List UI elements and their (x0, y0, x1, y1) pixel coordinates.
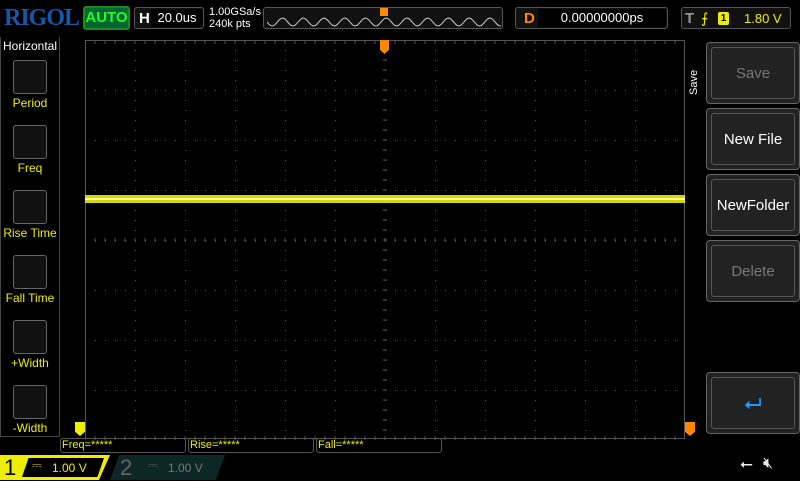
ch1-number: 1 (4, 455, 17, 480)
trigger-box[interactable]: T ⨍ 1 1.80 V (681, 7, 791, 29)
h-label: H (139, 10, 150, 27)
dc-coupling-icon: ⎓ (148, 458, 158, 472)
measurement-freq[interactable]: Freq=***** (60, 438, 186, 453)
sidebar-item-rise-time[interactable]: Rise Time (0, 185, 60, 249)
dc-coupling-icon: ⎓ (32, 458, 42, 472)
trigger-source: 1 (718, 12, 729, 25)
timebase-box[interactable]: H 20.0us (134, 7, 204, 29)
ch1-scale: 1.00 V (52, 461, 87, 475)
sidebar-item-fall-time[interactable]: Fall Time (0, 250, 60, 314)
save-button[interactable]: Save (706, 42, 800, 104)
waveform-grid[interactable] (85, 40, 685, 440)
rise-time-icon (13, 190, 47, 224)
usb-icon: ⭠ (740, 456, 753, 473)
neg-width-icon (13, 385, 47, 419)
sidebar-item-label: -Width (12, 421, 48, 435)
ch1-settings[interactable]: ⎓ 1.00 V (22, 458, 104, 477)
ch1-trace-core (85, 198, 685, 200)
trigger-position-marker (380, 8, 388, 16)
measurement-rise[interactable]: Rise=***** (188, 438, 314, 453)
timeline-wave (267, 17, 501, 27)
menu-title: Save (688, 69, 700, 95)
sidebar-item-label: Freq (17, 161, 43, 175)
sidebar-item-label: Fall Time (5, 291, 55, 305)
period-icon (13, 60, 47, 94)
delay-value: 0.00000000ps (538, 9, 666, 27)
button-label: New File (711, 113, 795, 165)
return-icon: ⮠ (711, 377, 795, 429)
button-label: Delete (711, 245, 795, 297)
new-folder-button[interactable]: NewFolder (706, 174, 800, 236)
sample-rate: 1.00GSa/s (209, 6, 261, 18)
sidebar-item-label: Period (12, 96, 48, 110)
sidebar-item-label: Rise Time (3, 226, 57, 240)
timebase-value: 20.0us (151, 9, 203, 27)
rising-edge-icon: ⨍ (701, 10, 709, 26)
t-label: T (685, 10, 695, 27)
sound-muted-icon[interactable]: 🔇︎ (763, 455, 773, 473)
sidebar-title: Horizontal (2, 39, 58, 53)
delete-button[interactable]: Delete (706, 240, 800, 302)
ch1-ground-marker (75, 422, 85, 436)
delay-box[interactable]: D 0.00000000ps (515, 7, 668, 29)
freq-icon (13, 125, 47, 159)
button-label: Save (711, 47, 795, 99)
ch2-scale: 1.00 V (168, 461, 203, 475)
ch2-number: 2 (120, 455, 133, 480)
sidebar-item-period[interactable]: Period (0, 55, 60, 119)
rigol-logo: RIGOL (4, 5, 80, 31)
save-menu: Save New File NewFolder Delete ⮠ (686, 40, 800, 438)
button-label: NewFolder (711, 179, 795, 231)
d-label: D (524, 10, 535, 27)
measurement-fall[interactable]: Fall=***** (316, 438, 442, 453)
waveform-timeline[interactable] (263, 7, 503, 29)
sidebar-item-label: +Width (11, 356, 49, 370)
sidebar-item-freq[interactable]: Freq (0, 120, 60, 184)
new-file-button[interactable]: New File (706, 108, 800, 170)
pos-width-icon (13, 320, 47, 354)
acquisition-info: 1.00GSa/s 240k pts (209, 6, 261, 30)
memory-depth: 240k pts (209, 18, 251, 30)
sidebar-item-pos-width[interactable]: +Width (0, 315, 60, 379)
fall-time-icon (13, 255, 47, 289)
trigger-level: 1.80 V (744, 11, 782, 26)
auto-mode-badge[interactable]: AUTO (83, 6, 130, 30)
back-button[interactable]: ⮠ (706, 372, 800, 434)
sidebar-item-neg-width[interactable]: -Width (0, 380, 60, 444)
